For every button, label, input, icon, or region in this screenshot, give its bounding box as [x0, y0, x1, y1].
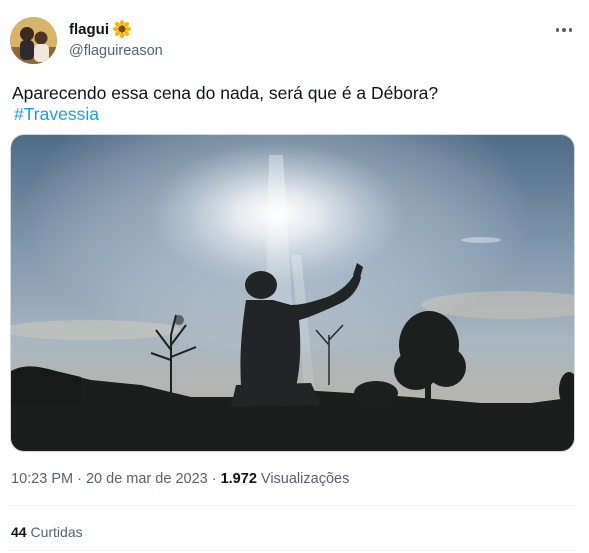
hashtag-link[interactable]: #Travessia	[14, 103, 99, 125]
divider	[10, 550, 577, 551]
divider	[10, 505, 577, 506]
likes-count: 44	[11, 524, 27, 540]
photo-silhouette-sunset	[11, 135, 574, 451]
meta-separator: ·	[207, 471, 221, 487]
avatar[interactable]	[10, 17, 57, 64]
likes-stat[interactable]: 44 Curtidas	[11, 524, 83, 540]
more-options-icon[interactable]	[551, 20, 577, 40]
avatar-image	[10, 17, 57, 64]
tweet-text: Aparecendo essa cena do nada, será que é…	[12, 83, 439, 103]
meta-separator: ·	[73, 471, 86, 487]
tweet-time[interactable]: 10:23 PM	[11, 471, 73, 487]
author-name[interactable]: flagui	[69, 21, 109, 38]
tweet-meta: 10:23 PM · 20 de mar de 2023 · 1.972 Vis…	[11, 471, 349, 487]
views-label: Visualizações	[260, 471, 350, 487]
tweet-photo[interactable]	[10, 134, 575, 452]
tweet-date[interactable]: 20 de mar de 2023	[86, 471, 208, 487]
likes-label: Curtidas	[30, 524, 83, 540]
sunflower-icon	[113, 20, 131, 38]
author-handle[interactable]: @flaguireason	[69, 43, 163, 59]
views-count: 1.972	[220, 471, 257, 487]
author-name-row[interactable]: flagui	[69, 20, 131, 38]
